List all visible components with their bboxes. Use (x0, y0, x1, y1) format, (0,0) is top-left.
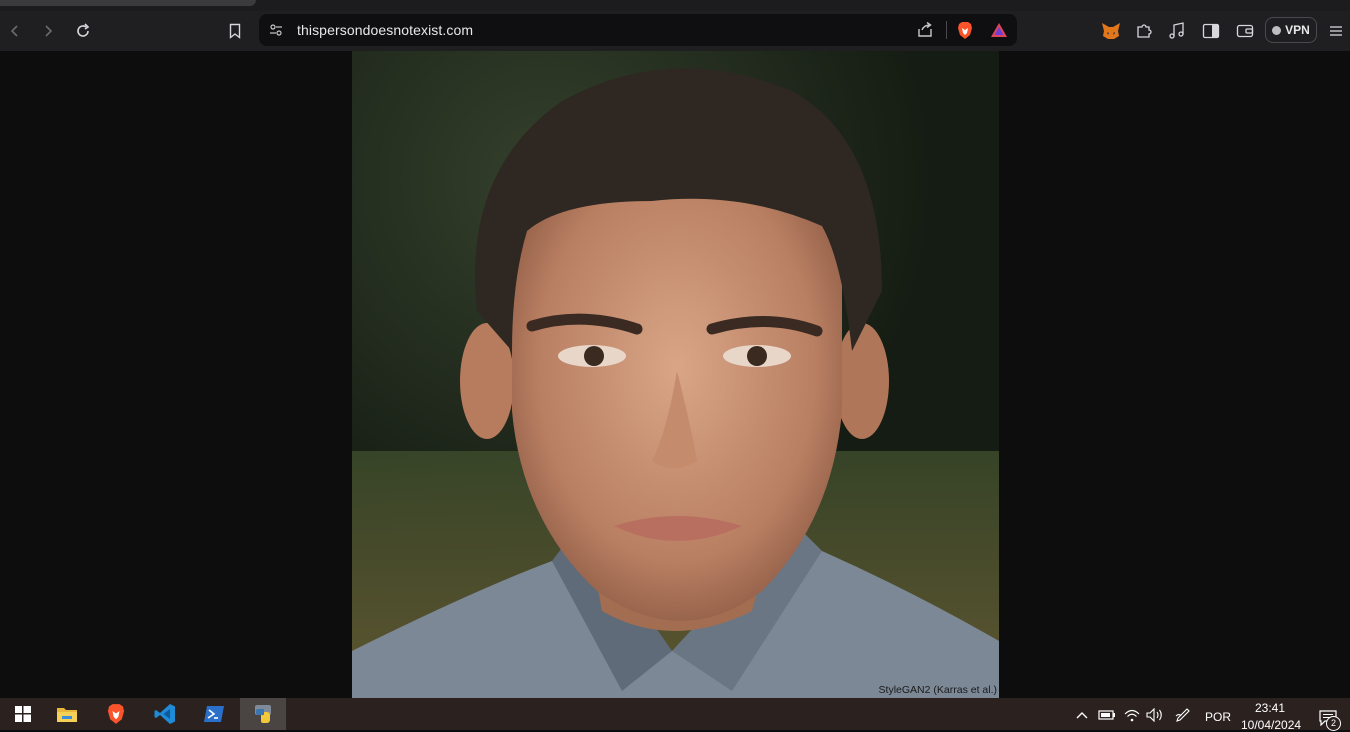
media-icon[interactable] (1167, 21, 1187, 41)
file-explorer-icon[interactable] (44, 698, 90, 730)
pen-icon[interactable] (1174, 707, 1192, 723)
reload-icon[interactable] (72, 20, 94, 42)
vpn-button[interactable]: VPN (1265, 17, 1317, 43)
page-content: StyleGAN2 (Karras et al.) (0, 51, 1350, 698)
brave-icon[interactable] (93, 698, 139, 730)
image-credit[interactable]: StyleGAN2 (Karras et al.) (879, 684, 997, 696)
share-icon[interactable] (916, 21, 934, 39)
chevron-up-icon[interactable] (1074, 708, 1090, 722)
site-settings-icon[interactable] (269, 23, 283, 37)
generated-face-image: StyleGAN2 (Karras et al.) (352, 51, 999, 698)
brave-rewards-icon[interactable] (990, 21, 1008, 39)
face-illustration (352, 51, 999, 698)
powershell-icon[interactable] (191, 698, 237, 730)
wifi-icon[interactable] (1124, 708, 1140, 722)
volume-icon[interactable] (1146, 708, 1164, 722)
notifications-icon[interactable]: 2 (1316, 708, 1341, 731)
language-indicator[interactable]: POR (1205, 710, 1231, 724)
tab-strip (0, 0, 1350, 11)
notification-count: 2 (1326, 716, 1341, 731)
windows-taskbar: POR 23:41 10/04/2024 2 (0, 698, 1350, 732)
extensions-icon[interactable] (1134, 21, 1154, 41)
vpn-label: VPN (1285, 23, 1310, 37)
menu-icon[interactable] (1326, 21, 1346, 41)
address-bar[interactable]: thispersondoesnotexist.com (259, 14, 1017, 46)
start-icon[interactable] (0, 698, 46, 730)
brave-shields-icon[interactable] (956, 20, 974, 40)
metamask-icon[interactable] (1101, 21, 1121, 41)
url-text[interactable]: thispersondoesnotexist.com (297, 22, 473, 38)
clock-time[interactable]: 23:41 (1255, 701, 1285, 715)
sidebar-icon[interactable] (1201, 21, 1221, 41)
browser-toolbar: thispersondoesnotexist.com VPN (0, 11, 1350, 51)
bookmark-icon[interactable] (224, 20, 246, 42)
vpn-status-icon (1272, 25, 1282, 35)
wallet-icon[interactable] (1235, 21, 1255, 41)
forward-icon[interactable] (37, 20, 59, 42)
vscode-icon[interactable] (142, 698, 188, 730)
active-tab[interactable] (0, 0, 256, 6)
python-icon[interactable] (240, 698, 286, 730)
battery-icon[interactable] (1098, 708, 1116, 722)
toolbar-divider (946, 21, 947, 39)
back-icon[interactable] (4, 20, 26, 42)
